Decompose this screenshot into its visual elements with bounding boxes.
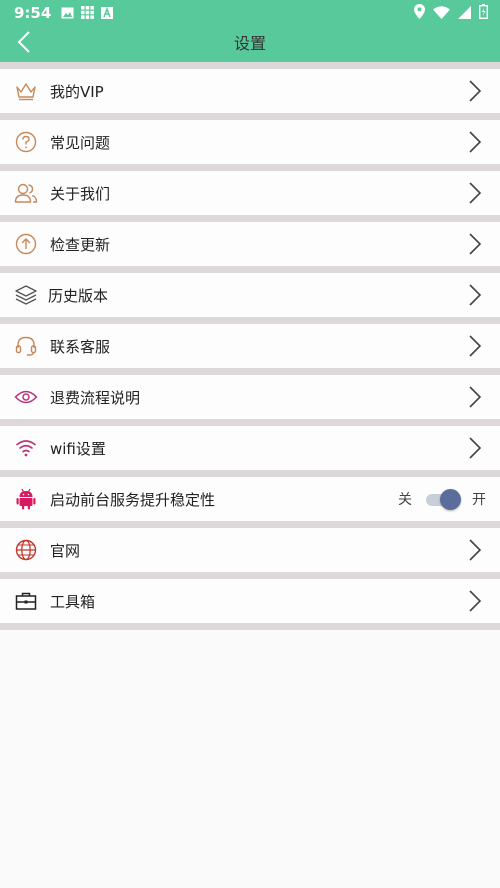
switch-thumb <box>440 489 461 510</box>
settings-item-label: wifi设置 <box>50 439 106 458</box>
text-icon <box>101 4 114 23</box>
users-icon <box>14 181 38 205</box>
chevron-right-icon <box>468 284 482 306</box>
toggle-on-label: 开 <box>472 492 486 508</box>
chevron-right-icon <box>468 437 482 459</box>
settings-item-website[interactable]: 官网 <box>0 528 500 572</box>
crown-icon <box>14 79 38 103</box>
settings-item-history[interactable]: 历史版本 <box>0 273 500 317</box>
headset-icon <box>14 334 38 358</box>
settings-item-foreground-service: 启动前台服务提升稳定性 关 开 <box>0 477 500 521</box>
wifi-signal-icon <box>433 4 450 23</box>
status-time: 9:54 <box>14 4 52 22</box>
android-icon <box>14 487 38 511</box>
chevron-right-icon <box>468 590 482 612</box>
foreground-service-switch[interactable] <box>426 488 462 510</box>
battery-icon <box>478 3 488 23</box>
divider <box>0 623 500 630</box>
divider <box>0 470 500 477</box>
settings-item-label: 检查更新 <box>50 235 111 254</box>
image-icon <box>61 4 74 23</box>
settings-item-label: 官网 <box>50 541 81 560</box>
settings-list: 我的VIP 常见问题 关于我们 检查更新 历史版本 联系客服 退费流程说明 wi… <box>0 62 500 630</box>
globe-icon <box>14 538 38 562</box>
settings-item-label: 关于我们 <box>50 184 111 203</box>
divider <box>0 266 500 273</box>
settings-item-toolbox[interactable]: 工具箱 <box>0 579 500 623</box>
chevron-right-icon <box>468 386 482 408</box>
settings-item-faq[interactable]: 常见问题 <box>0 120 500 164</box>
status-bar: 9:54 <box>0 0 500 26</box>
settings-item-label: 启动前台服务提升稳定性 <box>50 490 216 509</box>
divider <box>0 572 500 579</box>
upload-circle-icon <box>14 232 38 256</box>
eye-icon <box>14 385 38 409</box>
settings-item-about[interactable]: 关于我们 <box>0 171 500 215</box>
app-bar: 设置 <box>0 26 500 62</box>
chevron-right-icon <box>468 182 482 204</box>
chevron-right-icon <box>468 335 482 357</box>
service-toggle-group: 关 开 <box>398 477 486 521</box>
toggle-off-label: 关 <box>398 492 412 508</box>
settings-item-support[interactable]: 联系客服 <box>0 324 500 368</box>
chevron-right-icon <box>468 233 482 255</box>
chevron-right-icon <box>468 131 482 153</box>
question-icon <box>14 130 38 154</box>
settings-item-label: 历史版本 <box>48 286 109 305</box>
divider <box>0 368 500 375</box>
chevron-right-icon <box>468 80 482 102</box>
wifi-icon <box>14 436 38 460</box>
settings-item-label: 退费流程说明 <box>50 388 141 407</box>
divider <box>0 215 500 222</box>
divider <box>0 521 500 528</box>
divider <box>0 113 500 120</box>
cell-signal-icon <box>458 4 471 23</box>
toolbox-icon <box>14 589 38 613</box>
settings-item-label: 常见问题 <box>50 133 111 152</box>
settings-item-label: 联系客服 <box>50 337 111 356</box>
settings-item-wifi[interactable]: wifi设置 <box>0 426 500 470</box>
settings-item-vip[interactable]: 我的VIP <box>0 69 500 113</box>
divider <box>0 317 500 324</box>
grid-icon <box>81 4 95 23</box>
divider <box>0 419 500 426</box>
settings-item-label: 我的VIP <box>50 82 104 101</box>
settings-item-refund[interactable]: 退费流程说明 <box>0 375 500 419</box>
page-title: 设置 <box>233 34 266 53</box>
chevron-right-icon <box>468 539 482 561</box>
divider <box>0 164 500 171</box>
settings-item-label: 工具箱 <box>50 592 96 611</box>
layers-icon <box>14 283 38 307</box>
location-icon <box>414 3 425 23</box>
divider <box>0 62 500 69</box>
settings-item-check-update[interactable]: 检查更新 <box>0 222 500 266</box>
